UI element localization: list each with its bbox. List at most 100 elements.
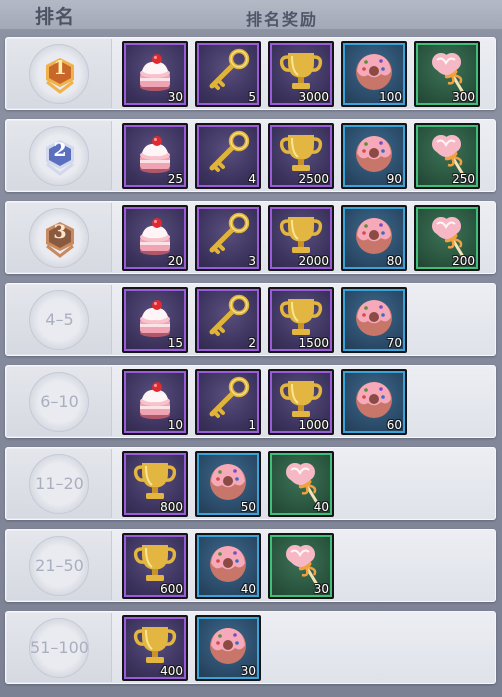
trophy-icon xyxy=(279,217,323,253)
item-count: 10 xyxy=(167,418,183,432)
reward-row: 6–10 10 1 1000 60 xyxy=(5,365,496,438)
reward-item[interactable]: 3 xyxy=(195,205,261,271)
reward-item[interactable]: 2 xyxy=(195,287,261,353)
reward-item[interactable]: 90 xyxy=(341,123,407,189)
reward-item[interactable]: 400 xyxy=(122,615,188,681)
cake-icon xyxy=(140,218,170,255)
item-count: 100 xyxy=(379,90,402,104)
lollipop-icon xyxy=(286,463,318,503)
rank-cell: 4–5 xyxy=(7,285,112,354)
reward-item[interactable]: 70 xyxy=(341,287,407,353)
rank-cell: 2 xyxy=(7,121,112,190)
reward-item[interactable]: 800 xyxy=(122,451,188,517)
reward-row: 2 25 4 2500 90 250 xyxy=(5,119,496,192)
reward-item[interactable]: 600 xyxy=(122,533,188,599)
reward-row: 11–20 800 50 40 xyxy=(5,447,496,520)
item-count: 1 xyxy=(248,418,256,432)
reward-item[interactable]: 30 xyxy=(268,533,334,599)
reward-item[interactable]: 1 xyxy=(195,369,261,435)
rank-column-title: 排名 xyxy=(35,6,76,28)
item-count: 50 xyxy=(240,500,256,514)
rank-number: 1 xyxy=(53,57,67,79)
reward-item[interactable]: 10 xyxy=(122,369,188,435)
item-count: 60 xyxy=(386,418,402,432)
item-count: 2500 xyxy=(298,172,329,186)
donut-icon xyxy=(356,300,392,336)
reward-item[interactable]: 4 xyxy=(195,123,261,189)
reward-item[interactable]: 40 xyxy=(195,533,261,599)
item-count: 90 xyxy=(386,172,402,186)
item-count: 4 xyxy=(248,172,256,186)
lollipop-icon xyxy=(286,545,318,585)
rank-number: 3 xyxy=(53,221,67,243)
reward-item[interactable]: 60 xyxy=(341,369,407,435)
reward-row: 4–5 15 2 1500 70 xyxy=(5,283,496,356)
reward-item[interactable]: 1000 xyxy=(268,369,334,435)
reward-item[interactable]: 2500 xyxy=(268,123,334,189)
item-count: 2 xyxy=(248,336,256,350)
reward-item[interactable]: 3000 xyxy=(268,41,334,107)
donut-icon xyxy=(356,218,392,254)
reward-item[interactable]: 50 xyxy=(195,451,261,517)
item-count: 600 xyxy=(160,582,183,596)
item-count: 40 xyxy=(240,582,256,596)
donut-icon xyxy=(356,136,392,172)
reward-item[interactable]: 300 xyxy=(414,41,480,107)
key-icon xyxy=(209,294,250,336)
key-icon xyxy=(209,48,250,90)
item-count: 1000 xyxy=(298,418,329,432)
reward-item[interactable]: 40 xyxy=(268,451,334,517)
reward-item[interactable]: 20 xyxy=(122,205,188,271)
key-icon xyxy=(209,376,250,418)
trophy-icon xyxy=(133,627,177,663)
reward-list: 1 30 5 3000 100 300 2 25 4 2500 90 250 3… xyxy=(5,37,496,693)
item-count: 3000 xyxy=(298,90,329,104)
trophy-icon xyxy=(279,299,323,335)
reward-item[interactable]: 80 xyxy=(341,205,407,271)
item-count: 400 xyxy=(160,664,183,678)
item-count: 5 xyxy=(248,90,256,104)
rank-cell: 21–50 xyxy=(7,531,112,600)
rank-range-label: 11–20 xyxy=(35,474,84,493)
reward-item[interactable]: 25 xyxy=(122,123,188,189)
donut-icon xyxy=(356,54,392,90)
rank-range-label: 6–10 xyxy=(40,392,79,411)
item-count: 25 xyxy=(167,172,183,186)
reward-item[interactable]: 250 xyxy=(414,123,480,189)
donut-icon xyxy=(210,546,246,582)
reward-item[interactable]: 30 xyxy=(195,615,261,681)
reward-row: 51–100 400 30 xyxy=(5,611,496,684)
item-count: 200 xyxy=(452,254,475,268)
rank-range-label: 21–50 xyxy=(35,556,84,575)
reward-item[interactable]: 15 xyxy=(122,287,188,353)
reward-item[interactable]: 1500 xyxy=(268,287,334,353)
item-count: 250 xyxy=(452,172,475,186)
cake-icon xyxy=(140,382,170,419)
rank-cell: 3 xyxy=(7,203,112,272)
reward-row: 21–50 600 40 30 xyxy=(5,529,496,602)
lollipop-icon xyxy=(432,53,464,93)
lollipop-icon xyxy=(432,135,464,175)
rank-range-label: 4–5 xyxy=(45,310,74,329)
rank-cell: 1 xyxy=(7,39,112,108)
item-count: 800 xyxy=(160,500,183,514)
rank-range-label: 51–100 xyxy=(30,638,89,657)
trophy-icon xyxy=(133,463,177,499)
rank-cell: 11–20 xyxy=(7,449,112,518)
rank-cell: 51–100 xyxy=(7,613,112,682)
cake-icon xyxy=(140,54,170,91)
reward-item[interactable]: 30 xyxy=(122,41,188,107)
reward-row: 3 20 3 2000 80 200 xyxy=(5,201,496,274)
item-count: 80 xyxy=(386,254,402,268)
reward-item[interactable]: 5 xyxy=(195,41,261,107)
item-count: 30 xyxy=(167,90,183,104)
rank-cell: 6–10 xyxy=(7,367,112,436)
rank-number: 2 xyxy=(53,139,67,161)
item-count: 70 xyxy=(386,336,402,350)
reward-item[interactable]: 100 xyxy=(341,41,407,107)
reward-item[interactable]: 200 xyxy=(414,205,480,271)
item-count: 20 xyxy=(167,254,183,268)
trophy-icon xyxy=(279,53,323,89)
cake-icon xyxy=(140,136,170,173)
reward-item[interactable]: 2000 xyxy=(268,205,334,271)
